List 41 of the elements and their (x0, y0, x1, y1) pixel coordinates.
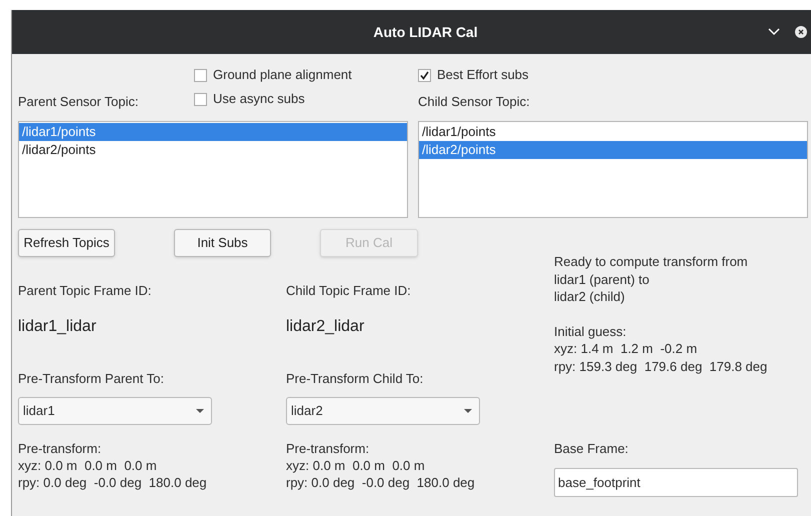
checkbox-label: Ground plane alignment (213, 66, 352, 84)
initial-guess-text: Initial guess: (554, 322, 628, 340)
pre-transform-label: Pre-Transform Child To: (286, 370, 424, 388)
checkbox[interactable] (194, 92, 207, 106)
push-button[interactable]: Init Subs (174, 229, 271, 257)
close-icon[interactable] (795, 26, 807, 38)
status-text: lidar1 (parent) to (554, 270, 650, 288)
child-topic-label: Child Sensor Topic: (418, 94, 531, 109)
frame-id-label: Parent Topic Frame ID: (18, 282, 152, 300)
status-text: Ready to compute transform from (554, 253, 749, 270)
frame-dropdown[interactable]: lidar2 (286, 397, 480, 425)
parent-topic-label: Parent Sensor Topic: (18, 94, 140, 109)
pre-transform-text: xyz: 0.0 m 0.0 m 0.0 m (18, 457, 158, 474)
pre-transform-text: xyz: 0.0 m 0.0 m 0.0 m (286, 457, 426, 474)
checkbox-label: Use async subs (213, 90, 305, 108)
pre-transform-text: Pre-transform: (18, 440, 102, 457)
list-item[interactable]: /lidar2/points (19, 141, 407, 159)
list-item[interactable]: /lidar2/points (419, 141, 807, 159)
pre-transform-label: Pre-Transform Parent To: (18, 370, 165, 388)
window-title: Auto LIDAR Cal (372, 22, 478, 42)
pre-transform-text: rpy: 0.0 deg -0.0 deg 180.0 deg (18, 474, 208, 491)
base-frame-field[interactable]: base_footprint (554, 468, 798, 496)
status-text: lidar2 (child) (554, 288, 626, 306)
frame-id-value: lidar2_lidar (286, 316, 366, 336)
checkbox[interactable] (194, 68, 207, 82)
push-button[interactable]: Refresh Topics (18, 229, 115, 257)
pre-transform-text: Pre-transform: (286, 440, 370, 457)
chevron-down-icon[interactable] (768, 28, 780, 36)
frame-id-value: lidar1_lidar (18, 316, 98, 336)
checkbox[interactable] (418, 68, 431, 82)
frame-id-label: Child Topic Frame ID: (286, 282, 412, 300)
initial-guess-text: xyz: 1.4 m 1.2 m -0.2 m (554, 340, 698, 358)
list-item[interactable]: /lidar1/points (419, 123, 807, 141)
dropdown-arrow-icon (464, 409, 472, 413)
dropdown-arrow-icon (196, 409, 204, 413)
initial-guess-text: rpy: 159.3 deg 179.6 deg 179.8 deg (554, 358, 768, 375)
frame-dropdown[interactable]: lidar1 (18, 397, 212, 425)
list-item[interactable]: /lidar1/points (19, 123, 407, 141)
checkbox-label: Best Effort subs (437, 66, 529, 84)
base-frame-label: Base Frame: (554, 440, 630, 458)
pre-transform-text: rpy: 0.0 deg -0.0 deg 180.0 deg (286, 474, 476, 491)
